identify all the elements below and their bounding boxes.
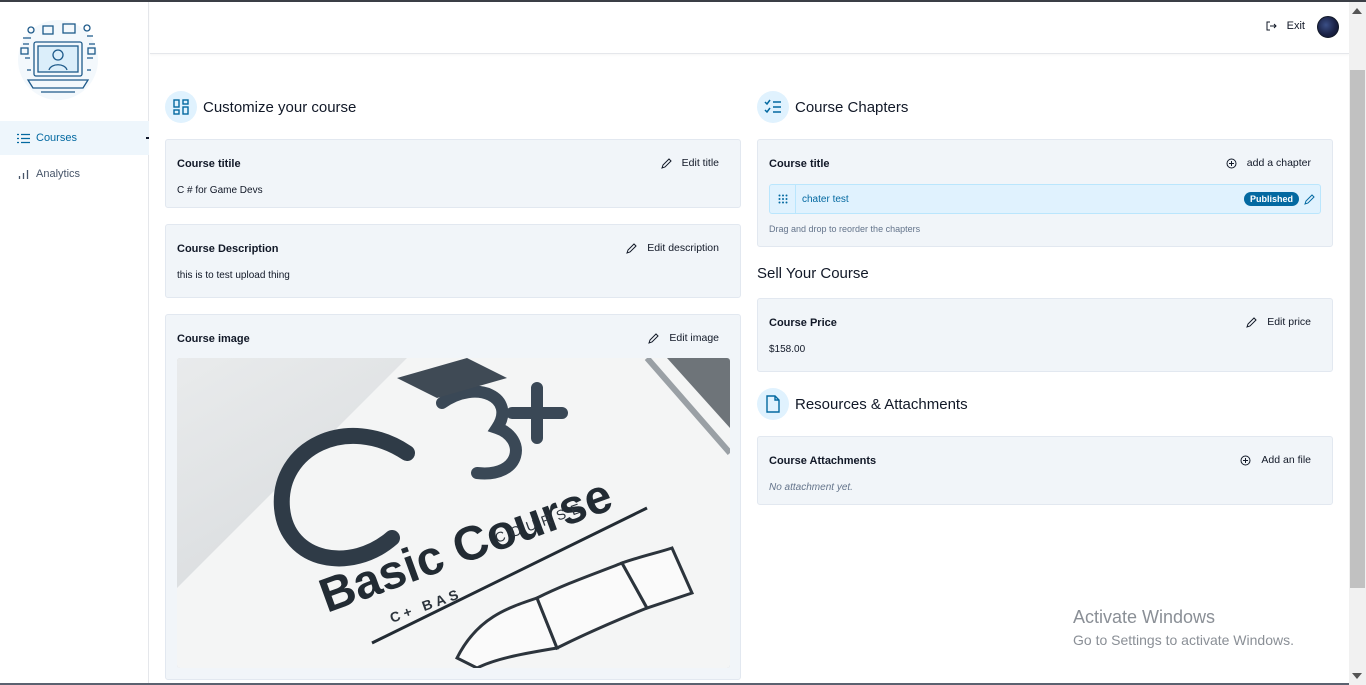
grip-icon[interactable]	[770, 185, 796, 213]
resources-header: Resources & Attachments	[757, 388, 968, 420]
course-title-card: Course titile Edit title C # for Game De…	[165, 139, 741, 208]
no-attachments-text: No attachment yet.	[769, 482, 853, 493]
watermark-line1: Activate Windows	[1073, 607, 1216, 627]
reorder-hint: Drag and drop to reorder the chapters	[769, 224, 921, 234]
course-attachments-card: Course Attachments Add an file No attach…	[757, 436, 1333, 505]
course-chapters-card: Course title add a chapter chater test P…	[757, 139, 1333, 247]
course-description-card: Course Description Edit description this…	[165, 224, 741, 298]
course-price-value: $158.00	[769, 344, 806, 355]
add-chapter-label: add a chapter	[1246, 157, 1311, 169]
edit-title-label: Edit title	[681, 157, 719, 169]
bar-chart-icon	[16, 167, 30, 181]
file-icon	[757, 388, 789, 420]
section-title: Resources & Attachments	[795, 395, 968, 413]
course-title-value: C # for Game Devs	[177, 185, 263, 196]
layout-dashboard-icon	[165, 91, 197, 123]
edit-image-button[interactable]: Edit image	[648, 332, 719, 344]
sidebar-item-courses[interactable]: Courses	[0, 121, 149, 155]
scroll-up-icon[interactable]	[1352, 8, 1362, 14]
scroll-down-icon[interactable]	[1352, 673, 1362, 679]
card-label: Course Price	[769, 317, 837, 329]
add-file-label: Add an file	[1261, 454, 1311, 466]
edit-description-label: Edit description	[647, 242, 719, 254]
windows-activation-watermark: Activate Windows Go to Settings to activ…	[1073, 607, 1294, 648]
chapter-row[interactable]: chater test Published	[769, 184, 1321, 214]
customize-header: Customize your course	[165, 91, 356, 123]
status-badge: Published	[1243, 192, 1299, 206]
card-label: Course title	[769, 158, 830, 170]
pencil-icon	[1246, 316, 1257, 328]
add-file-button[interactable]: Add an file	[1240, 454, 1311, 466]
course-image-card: Course image Edit image Basic Course COU…	[165, 314, 741, 680]
section-title: Course Chapters	[795, 98, 909, 116]
course-price-card: Course Price Edit price $158.00	[757, 298, 1333, 372]
card-label: Course image	[177, 333, 250, 345]
log-out-icon	[1266, 21, 1277, 31]
card-label: Course Attachments	[769, 455, 877, 467]
edit-image-label: Edit image	[669, 332, 719, 344]
list-checks-icon	[757, 91, 789, 123]
chapters-header: Course Chapters	[757, 91, 908, 123]
pencil-icon	[648, 332, 660, 344]
exit-label: Exit	[1286, 20, 1305, 32]
sidebar-item-label: Courses	[36, 132, 77, 144]
course-cover-image: Basic Course COURSE C+ BAS	[177, 358, 730, 668]
edit-price-label: Edit price	[1267, 316, 1311, 328]
course-description-value: this is to test upload thing	[177, 270, 290, 281]
edit-title-button[interactable]: Edit title	[660, 157, 719, 169]
pencil-icon	[660, 157, 672, 169]
exit-button[interactable]: Exit	[1266, 20, 1305, 32]
card-label: Course titile	[177, 158, 241, 170]
vertical-scrollbar[interactable]	[1349, 2, 1366, 685]
edit-price-button[interactable]: Edit price	[1246, 316, 1311, 328]
top-header: Exit	[150, 2, 1349, 54]
scrollbar-thumb[interactable]	[1350, 70, 1365, 588]
sidebar: Courses Analytics	[0, 2, 149, 685]
plus-circle-icon	[1240, 455, 1251, 465]
pencil-icon[interactable]	[1304, 192, 1315, 210]
user-avatar[interactable]	[1317, 16, 1339, 38]
add-chapter-button[interactable]: add a chapter	[1226, 157, 1311, 169]
sidebar-item-analytics[interactable]: Analytics	[0, 157, 149, 191]
section-title: Customize your course	[203, 98, 357, 116]
card-label: Course Description	[177, 243, 279, 255]
edit-description-button[interactable]: Edit description	[626, 242, 719, 254]
pencil-icon	[626, 242, 637, 254]
watermark-line2: Go to Settings to activate Windows.	[1073, 632, 1294, 648]
list-icon	[16, 131, 30, 145]
chapter-name: chater test	[802, 194, 849, 205]
plus-circle-icon	[1226, 158, 1237, 168]
sell-section-title: Sell Your Course	[757, 265, 869, 282]
app-logo[interactable]	[17, 18, 99, 102]
sidebar-item-label: Analytics	[36, 168, 81, 180]
